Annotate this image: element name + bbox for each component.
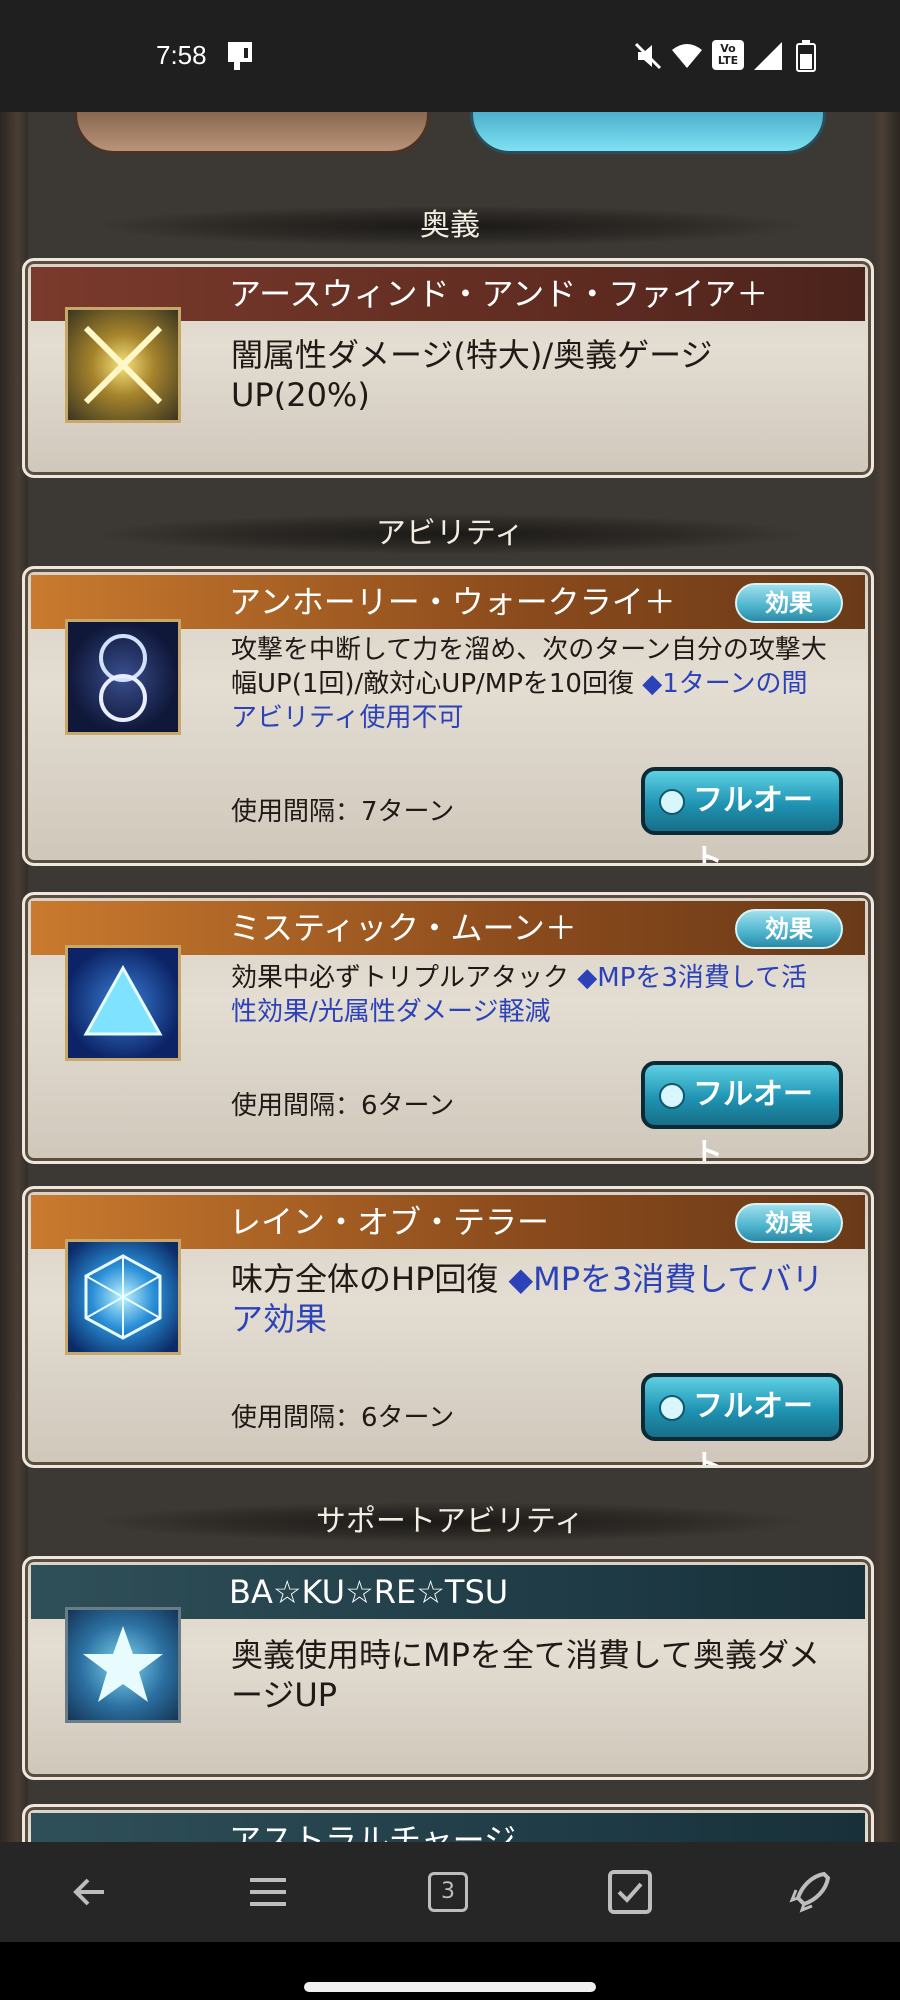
mute-icon — [634, 42, 662, 70]
ability-card[interactable]: ミスティック・ムーン＋ 効果 効果中必ずトリプルアタック ◆MPを3消費して活性… — [22, 892, 874, 1164]
section-header-ability: アビリティ — [100, 514, 800, 554]
ability-desc-main: 効果中必ずトリプルアタック — [231, 963, 570, 993]
checkbox-icon[interactable] — [604, 1866, 656, 1918]
full-auto-button[interactable]: フルオート — [641, 1061, 843, 1161]
tab-count: 3 — [441, 1879, 455, 1904]
section-header-support: サポートアビリティ — [100, 1502, 800, 1542]
top-right-button[interactable] — [470, 112, 826, 154]
effect-badge-button[interactable]: 効果 — [735, 1203, 843, 1243]
full-auto-button[interactable]: フルオート — [641, 1373, 843, 1465]
status-time: 7:58 — [156, 40, 207, 70]
triangle-icon — [65, 945, 181, 1061]
battery-icon — [796, 40, 816, 72]
tabs-button[interactable]: 3 — [422, 1866, 474, 1918]
ability-description: 味方全体のHP回復 ◆MPを3消費してバリア効果 — [231, 1259, 831, 1339]
full-auto-label: フルオート — [693, 783, 813, 866]
volte-icon: Vo LTE — [712, 40, 744, 70]
infinity-ring-icon — [65, 619, 181, 735]
game-view: 奥義 アースウィンド・アンド・ファイア＋ 闇属性ダメージ(特大)/奥義ゲージUP… — [0, 112, 900, 1842]
ability-description: 攻撃を中断して力を溜め、次のターン自分の攻撃大幅UP(1回)/敵対心UP/MPを… — [231, 633, 831, 735]
star-icon — [65, 1607, 181, 1723]
toggle-dot-icon — [659, 789, 685, 815]
cube-barrier-icon — [65, 1239, 181, 1355]
toggle-dot-icon — [659, 1083, 685, 1109]
full-auto-label: フルオート — [693, 1389, 813, 1468]
ability-card[interactable]: レイン・オブ・テラー 効果 味方全体のHP回復 ◆MPを3消費してバリア効果 使… — [22, 1186, 874, 1468]
support-card[interactable]: アストラルチャージ — [22, 1804, 874, 1842]
ougi-description: 闇属性ダメージ(特大)/奥義ゲージUP(20%) — [231, 336, 713, 414]
ougi-card[interactable]: アースウィンド・アンド・ファイア＋ 闇属性ダメージ(特大)/奥義ゲージUP(20… — [22, 258, 874, 478]
menu-icon[interactable] — [242, 1866, 294, 1918]
full-auto-button[interactable]: フルオート — [641, 767, 843, 863]
support-card[interactable]: BA☆KU☆RE☆TSU 奥義使用時にMPを全て消費して奥義ダメージUP — [22, 1556, 874, 1780]
status-bar: 7:58 Vo LTE — [0, 0, 900, 112]
tabs-icon: 3 — [428, 1872, 468, 1912]
wifi-icon — [672, 44, 702, 68]
ability-interval: 使用間隔：6ターン — [231, 1403, 455, 1433]
home-gesture-bar[interactable] — [304, 1982, 596, 1992]
ability-interval: 使用間隔：7ターン — [231, 797, 455, 827]
support-title: アストラルチャージ — [31, 1813, 865, 1842]
back-arrow-icon[interactable] — [64, 1866, 116, 1918]
effect-badge-button[interactable]: 効果 — [735, 909, 843, 949]
rocket-icon[interactable] — [784, 1866, 836, 1918]
support-description: 奥義使用時にMPを全て消費して奥義ダメージUP — [231, 1636, 820, 1714]
ability-description: 効果中必ずトリプルアタック ◆MPを3消費して活性効果/光属性ダメージ軽減 — [231, 961, 831, 1029]
crossed-swords-icon — [65, 307, 181, 423]
section-header-ougi: 奥義 — [100, 206, 800, 246]
browser-toolbar: 3 — [0, 1842, 900, 1942]
ability-desc-main: 味方全体のHP回復 — [231, 1260, 499, 1298]
full-auto-label: フルオート — [693, 1077, 813, 1164]
screen-icon — [228, 42, 252, 70]
effect-badge-button[interactable]: 効果 — [735, 583, 843, 623]
ability-card[interactable]: アンホーリー・ウォークライ＋ 効果 攻撃を中断して力を溜め、次のターン自分の攻撃… — [22, 566, 874, 866]
top-left-button[interactable] — [74, 112, 430, 154]
signal-icon — [754, 42, 782, 70]
toggle-dot-icon — [659, 1395, 685, 1421]
ability-interval: 使用間隔：6ターン — [231, 1091, 455, 1121]
